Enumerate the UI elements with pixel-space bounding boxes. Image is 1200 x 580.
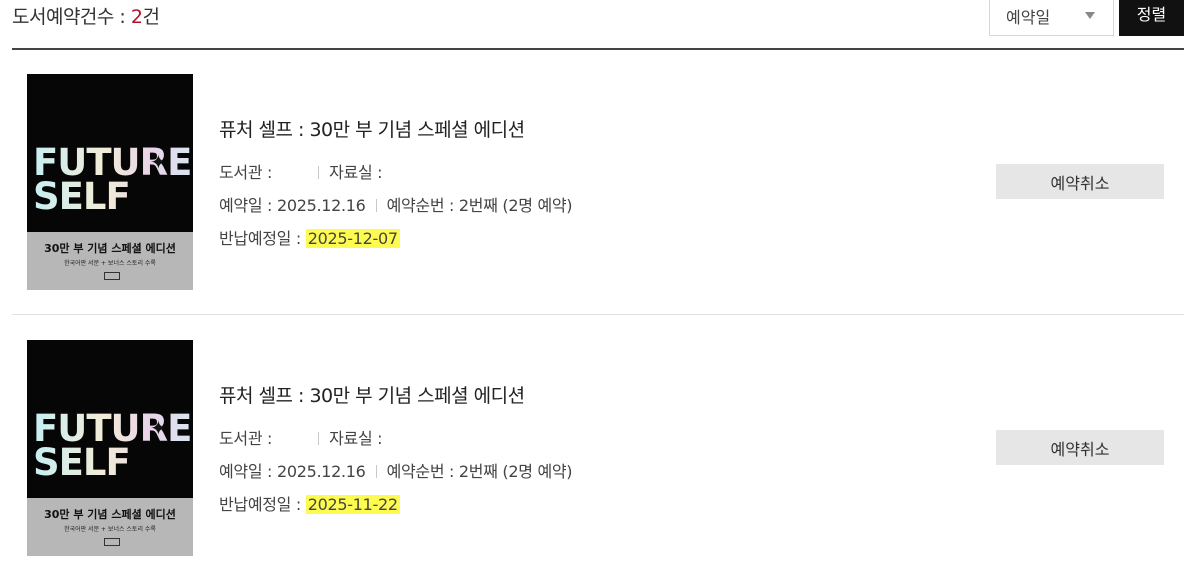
reserve-date: 2025.12.16 <box>276 196 366 215</box>
count-unit: 건 <box>142 6 160 28</box>
cover-title-line2: SELF <box>33 175 130 218</box>
divider <box>375 199 377 212</box>
cancel-reservation-button[interactable]: 예약취소 <box>996 164 1164 199</box>
cover-title-art: FUTURE SELF <box>33 146 191 214</box>
return-info-row: 반납예정일 : 2025-12-07 <box>219 225 400 249</box>
reservation-item: FUTURE SELF ✦ 30만 부 기념 스페셜 에디션 한국어판 서문 + … <box>12 48 1184 315</box>
star-icon: ✦ <box>150 150 167 174</box>
order-label: 예약순번 : <box>386 196 459 215</box>
cover-title-art: FUTURE SELF <box>33 412 191 480</box>
library-label: 도서관 : <box>219 429 273 448</box>
library-info-row: 도서관 : 자료실 : <box>219 425 383 449</box>
library-info-row: 도서관 : 자료실 : <box>219 159 383 183</box>
star-icon: ✦ <box>150 416 167 440</box>
cover-band-title: 30만 부 기념 스페셜 에디션 <box>44 242 176 255</box>
publisher-logo-icon <box>104 538 120 546</box>
divider <box>318 166 320 179</box>
cover-title-line2: SELF <box>33 441 130 484</box>
room-label: 자료실 : <box>329 163 383 182</box>
reservation-info-row: 예약일 : 2025.12.16 예약순번 : 2번째 (2명 예약) <box>219 192 573 216</box>
book-cover-image[interactable]: FUTURE SELF ✦ 30만 부 기념 스페셜 에디션 한국어판 서문 + … <box>27 340 193 556</box>
divider <box>375 465 377 478</box>
sort-select-value: 예약일 <box>1006 8 1051 27</box>
reserve-date-label: 예약일 : <box>219 462 277 481</box>
return-date-label: 반납예정일 : <box>219 229 306 248</box>
publisher-logo-icon <box>104 272 120 280</box>
return-date: 2025-11-22 <box>305 495 400 514</box>
book-title[interactable]: 퓨처 셀프 : 30만 부 기념 스페셜 에디션 <box>219 381 525 408</box>
cover-band: 30만 부 기념 스페셜 에디션 한국어판 서문 + 보너스 스토리 수록 <box>27 498 193 556</box>
sort-button[interactable]: 정렬 <box>1119 0 1184 36</box>
reserve-date-label: 예약일 : <box>219 196 277 215</box>
reservation-count-title: 도서예약건수 : 2건 <box>12 2 160 29</box>
return-info-row: 반납예정일 : 2025-11-22 <box>219 491 400 515</box>
book-cover-image[interactable]: FUTURE SELF ✦ 30만 부 기념 스페셜 에디션 한국어판 서문 + … <box>27 74 193 290</box>
book-title[interactable]: 퓨처 셀프 : 30만 부 기념 스페셜 에디션 <box>219 115 525 142</box>
cover-band-title: 30만 부 기념 스페셜 에디션 <box>44 508 176 521</box>
cancel-reservation-button[interactable]: 예약취소 <box>996 430 1164 465</box>
cover-band-subtitle: 한국어판 서문 + 보너스 스토리 수록 <box>64 260 156 267</box>
return-date: 2025-12-07 <box>305 229 400 248</box>
cover-band: 30만 부 기념 스페셜 에디션 한국어판 서문 + 보너스 스토리 수록 <box>27 232 193 290</box>
order-label: 예약순번 : <box>386 462 459 481</box>
sort-select[interactable]: 예약일 <box>989 0 1114 36</box>
reservation-item: FUTURE SELF ✦ 30만 부 기념 스페셜 에디션 한국어판 서문 + … <box>12 314 1184 580</box>
order-value: 2번째 (2명 예약) <box>458 462 573 481</box>
return-date-label: 반납예정일 : <box>219 495 306 514</box>
reserve-date: 2025.12.16 <box>276 462 366 481</box>
divider <box>318 432 320 445</box>
reservation-header: 도서예약건수 : 2건 예약일 정렬 <box>12 0 1184 50</box>
cover-band-subtitle: 한국어판 서문 + 보너스 스토리 수록 <box>64 526 156 533</box>
chevron-down-icon <box>1085 12 1095 19</box>
count-label: 도서예약건수 : <box>12 6 131 28</box>
count-value: 2 <box>130 6 143 28</box>
reservation-info-row: 예약일 : 2025.12.16 예약순번 : 2번째 (2명 예약) <box>219 458 573 482</box>
order-value: 2번째 (2명 예약) <box>458 196 573 215</box>
library-label: 도서관 : <box>219 163 273 182</box>
room-label: 자료실 : <box>329 429 383 448</box>
